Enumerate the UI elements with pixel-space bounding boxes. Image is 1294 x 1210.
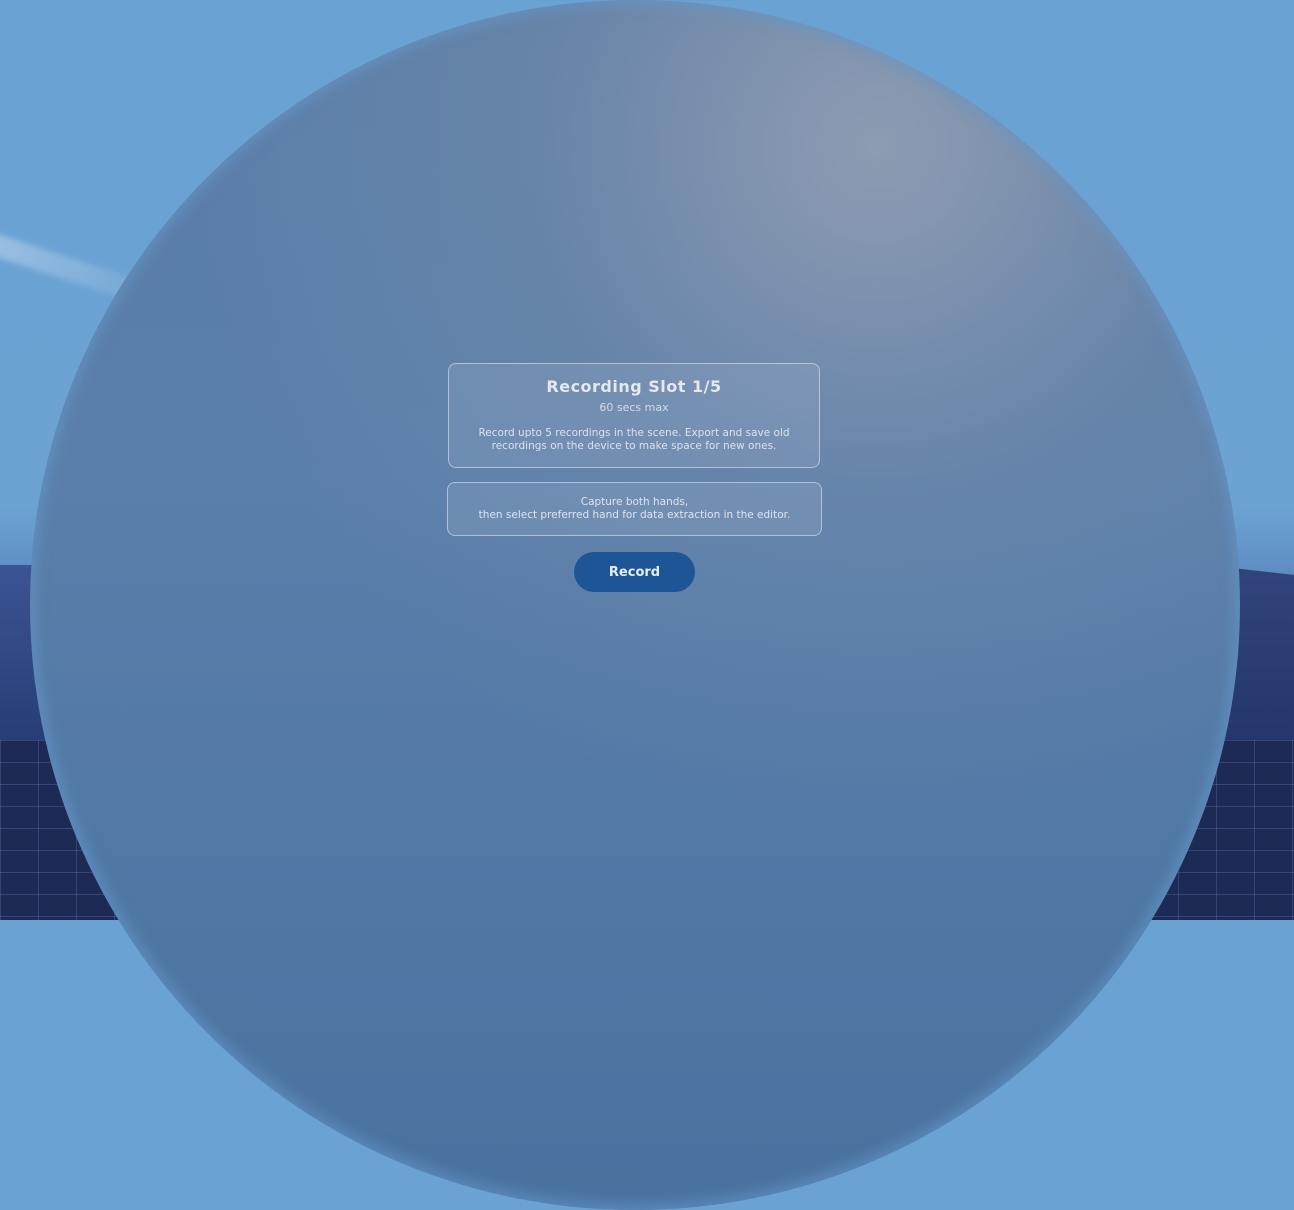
max-duration-label: 60 secs max bbox=[599, 401, 669, 414]
recording-info-panel: Recording Slot 1/5 60 secs max Record up… bbox=[448, 363, 820, 468]
translucent-sphere bbox=[30, 0, 1240, 1210]
description-line-2: recordings on the device to make space f… bbox=[491, 440, 777, 452]
record-button[interactable]: Record bbox=[574, 552, 695, 592]
capture-hint-text: Capture both hands, then select preferre… bbox=[448, 496, 821, 522]
capture-hint-panel: Capture both hands, then select preferre… bbox=[447, 482, 822, 536]
recording-slot-title: Recording Slot 1/5 bbox=[546, 377, 722, 396]
recording-description: Record upto 5 recordings in the scene. E… bbox=[469, 427, 799, 453]
description-line-1: Record upto 5 recordings in the scene. E… bbox=[478, 427, 790, 439]
hint-line-1: Capture both hands, bbox=[580, 496, 689, 508]
hint-line-2: then select preferred hand for data extr… bbox=[478, 509, 791, 521]
